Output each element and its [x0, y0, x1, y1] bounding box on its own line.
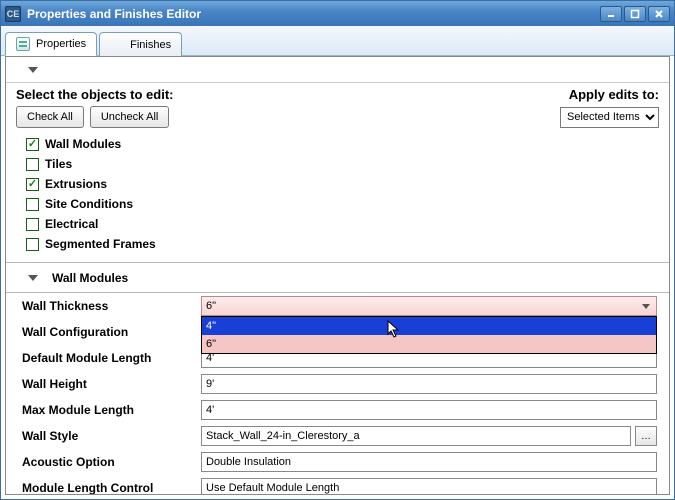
- check-label: Tiles: [45, 157, 72, 171]
- tab-finishes[interactable]: Finishes: [99, 32, 182, 56]
- dropdown-option-6in[interactable]: 6": [202, 335, 656, 353]
- tab-properties[interactable]: Properties: [5, 32, 97, 56]
- check-label: Wall Modules: [45, 137, 121, 151]
- max-module-length-label: Max Module Length: [6, 403, 201, 417]
- checkbox-icon: [26, 158, 39, 171]
- object-checklist: Wall Modules Tiles Extrusions Site Condi…: [16, 134, 659, 262]
- tab-bar: Properties Finishes: [1, 26, 674, 56]
- window-title: Properties and Finishes Editor: [27, 7, 600, 21]
- wall-style-input[interactable]: [201, 426, 631, 446]
- section-title: Wall Modules: [52, 271, 128, 285]
- content-panel: Select the objects to edit: Apply edits …: [5, 56, 670, 495]
- title-bar: CE Properties and Finishes Editor: [1, 1, 674, 26]
- uncheck-all-button[interactable]: Uncheck All: [90, 106, 169, 128]
- check-item-segmented-frames[interactable]: Segmented Frames: [26, 234, 659, 254]
- properties-icon: [16, 37, 30, 51]
- close-button[interactable]: [648, 6, 670, 22]
- option-label: 4": [206, 320, 216, 332]
- tab-label: Properties: [36, 38, 86, 50]
- wall-style-label: Wall Style: [6, 429, 201, 443]
- section-header-wall-modules[interactable]: Wall Modules: [6, 262, 669, 292]
- checkbox-icon: [26, 238, 39, 251]
- checkbox-icon: [26, 198, 39, 211]
- button-label: Uncheck All: [101, 111, 158, 123]
- checkbox-icon: [26, 178, 39, 191]
- combo-value: 6": [206, 300, 216, 312]
- acoustic-option-input[interactable]: [201, 452, 657, 472]
- finishes-icon: [110, 38, 124, 52]
- checkbox-icon: [26, 138, 39, 151]
- maximize-button[interactable]: [624, 6, 646, 22]
- option-label: 6": [206, 338, 216, 350]
- chevron-down-icon: [28, 67, 38, 73]
- button-label: Check All: [27, 111, 73, 123]
- check-all-button[interactable]: Check All: [16, 106, 84, 128]
- check-item-wall-modules[interactable]: Wall Modules: [26, 134, 659, 154]
- app-icon: CE: [5, 6, 21, 22]
- check-label: Segmented Frames: [45, 237, 156, 251]
- wall-height-input[interactable]: [201, 374, 657, 394]
- minimize-button[interactable]: [600, 6, 622, 22]
- wall-thickness-label: Wall Thickness: [6, 299, 201, 313]
- acoustic-option-label: Acoustic Option: [6, 455, 201, 469]
- wall-thickness-select[interactable]: 6": [201, 296, 657, 316]
- select-objects-label: Select the objects to edit:: [16, 87, 173, 102]
- wall-modules-form: Wall Thickness 6" 4" 6" Wall Configurati…: [6, 292, 669, 495]
- wall-thickness-dropdown: 4" 6": [201, 316, 657, 354]
- dropdown-option-4in[interactable]: 4": [202, 317, 656, 335]
- wall-style-browse-button[interactable]: …: [635, 426, 657, 446]
- selection-section: Select the objects to edit: Apply edits …: [6, 83, 669, 262]
- module-length-control-label: Module Length Control: [6, 481, 201, 495]
- window-frame: CE Properties and Finishes Editor Proper…: [0, 0, 675, 500]
- apply-edits-label: Apply edits to:: [569, 87, 659, 102]
- default-module-length-label: Default Module Length: [6, 351, 201, 365]
- check-label: Site Conditions: [45, 197, 133, 211]
- module-length-control-input[interactable]: [201, 478, 657, 495]
- panel-toggle[interactable]: [6, 57, 669, 83]
- chevron-down-icon: [28, 275, 38, 281]
- checkbox-icon: [26, 218, 39, 231]
- apply-target-select[interactable]: Selected Items: [560, 107, 659, 128]
- check-label: Electrical: [45, 217, 98, 231]
- wall-configuration-label: Wall Configuration: [6, 325, 201, 339]
- check-item-extrusions[interactable]: Extrusions: [26, 174, 659, 194]
- check-label: Extrusions: [45, 177, 107, 191]
- tab-label: Finishes: [130, 39, 171, 51]
- wall-height-label: Wall Height: [6, 377, 201, 391]
- check-item-electrical[interactable]: Electrical: [26, 214, 659, 234]
- check-item-tiles[interactable]: Tiles: [26, 154, 659, 174]
- max-module-length-input[interactable]: [201, 400, 657, 420]
- check-item-site-conditions[interactable]: Site Conditions: [26, 194, 659, 214]
